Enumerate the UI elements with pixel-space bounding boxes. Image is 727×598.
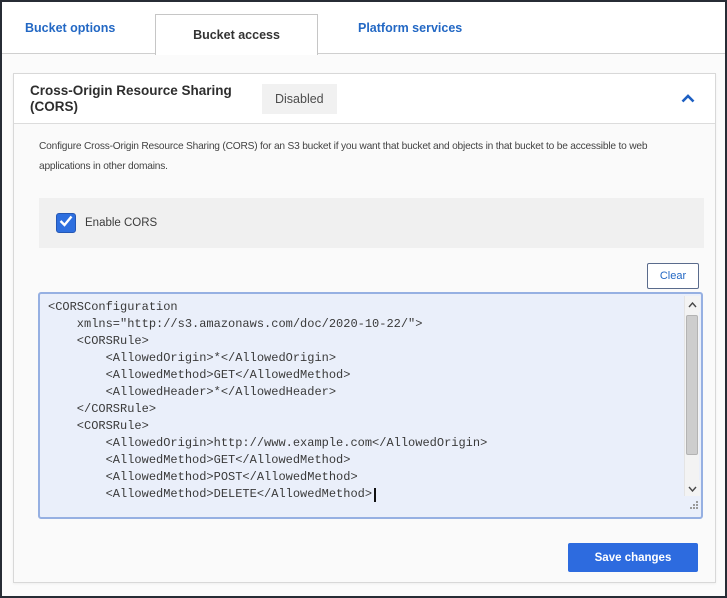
enable-cors-checkbox[interactable] (56, 213, 76, 233)
cors-panel-title: Cross-Origin Resource Sharing (CORS) (30, 83, 248, 115)
cors-panel-header: Cross-Origin Resource Sharing (CORS) Dis… (14, 74, 715, 124)
cors-description: Configure Cross-Origin Resource Sharing … (39, 137, 699, 177)
scroll-up-button[interactable] (685, 296, 700, 312)
chevron-up-icon (681, 90, 695, 108)
checkmark-icon (59, 214, 73, 232)
collapse-section-button[interactable] (681, 90, 695, 108)
save-changes-button[interactable]: Save changes (568, 543, 698, 572)
tab-bucket-access[interactable]: Bucket access (155, 14, 318, 55)
tab-label: Platform services (358, 21, 462, 35)
resize-grip-icon[interactable] (689, 496, 698, 514)
enable-cors-row: Enable CORS (39, 198, 704, 248)
scroll-down-arrow-icon (688, 479, 697, 497)
tab-label: Bucket access (193, 28, 280, 42)
clear-button[interactable]: Clear (647, 263, 699, 289)
scroll-up-arrow-icon (688, 295, 697, 313)
tab-label: Bucket options (25, 21, 115, 35)
save-changes-label: Save changes (595, 552, 672, 564)
cors-panel: Cross-Origin Resource Sharing (CORS) Dis… (13, 73, 716, 583)
tab-bar: Bucket options Bucket access Platform se… (2, 2, 725, 54)
scrollbar-thumb[interactable] (686, 315, 698, 455)
clear-button-label: Clear (660, 270, 686, 282)
cors-configuration-xml: <CORSConfiguration xmlns="http://s3.amaz… (40, 294, 701, 508)
text-caret (374, 488, 376, 502)
cors-configuration-textarea[interactable]: <CORSConfiguration xmlns="http://s3.amaz… (38, 292, 703, 519)
tab-bucket-options[interactable]: Bucket options (25, 2, 115, 54)
bucket-configuration-window: Bucket options Bucket access Platform se… (0, 0, 727, 598)
enable-cors-label: Enable CORS (85, 217, 157, 229)
tab-platform-services[interactable]: Platform services (358, 2, 462, 54)
editor-scrollbar[interactable] (684, 296, 699, 496)
status-badge: Disabled (262, 84, 337, 114)
scroll-down-button[interactable] (685, 480, 700, 496)
